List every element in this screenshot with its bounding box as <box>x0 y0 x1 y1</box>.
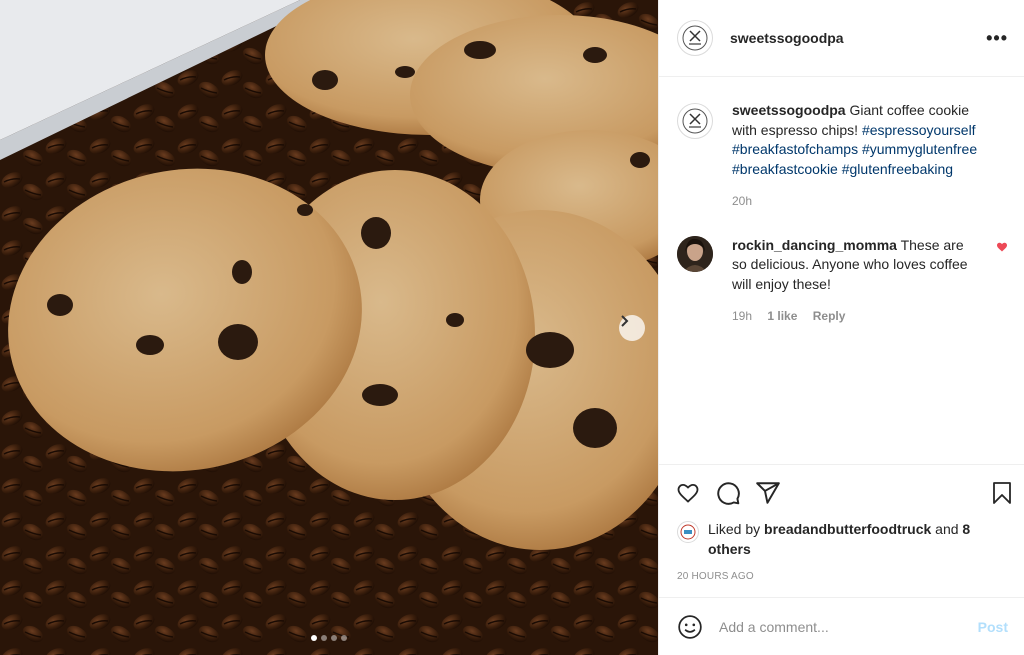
comment-item: rockin_dancing_momma These are so delici… <box>677 235 1008 327</box>
avatar[interactable] <box>677 20 713 56</box>
bakery-logo-icon <box>682 25 708 51</box>
bookmark-icon <box>993 481 1011 504</box>
like-button[interactable] <box>675 481 701 505</box>
comment-icon <box>717 481 740 505</box>
instagram-post: sweetssogoodpa ••• sweetssogoodpa Giant … <box>0 0 1024 655</box>
comment-age[interactable]: 19h <box>732 309 752 323</box>
post-header: sweetssogoodpa ••• <box>659 0 1024 77</box>
carousel-indicator <box>0 635 658 641</box>
comment-username[interactable]: rockin_dancing_momma <box>732 237 897 253</box>
liked-by-text: Liked by breadandbutterfoodtruck and 8 o… <box>708 520 1008 559</box>
hashtag-link[interactable]: #breakfastofchamps <box>732 141 858 157</box>
food-truck-logo-icon <box>680 524 696 540</box>
caption-age[interactable]: 20h <box>732 194 752 208</box>
post-media[interactable] <box>0 0 658 655</box>
add-comment-bar: Post <box>659 597 1024 655</box>
liked-by-prefix: Liked by <box>708 521 761 537</box>
carousel-next-button[interactable] <box>619 315 645 341</box>
cookie-photo <box>0 0 658 655</box>
emoji-icon <box>678 614 702 639</box>
comments-section: sweetssogoodpa Giant coffee cookie with … <box>659 77 1024 464</box>
hashtag-link[interactable]: #yummyglutenfree <box>862 141 977 157</box>
paper-plane-icon <box>756 481 780 504</box>
comment-meta: 19h 1 like Reply <box>732 307 972 327</box>
carousel-dot <box>321 635 327 641</box>
reply-button[interactable]: Reply <box>813 309 846 323</box>
carousel-dot <box>331 635 337 641</box>
hashtag-link[interactable]: #espressoyourself <box>862 122 976 138</box>
caption-username[interactable]: sweetssogoodpa <box>732 102 846 118</box>
liker-avatar[interactable] <box>677 521 699 543</box>
caption-body: sweetssogoodpa Giant coffee cookie with … <box>732 101 992 212</box>
caption-meta: 20h <box>732 192 992 212</box>
hashtag-link[interactable]: #breakfastcookie <box>732 161 838 177</box>
share-button[interactable] <box>755 480 781 506</box>
save-button[interactable] <box>990 480 1014 506</box>
header-username[interactable]: sweetssogoodpa <box>730 30 844 46</box>
liked-by-row: Liked by breadandbutterfoodtruck and 8 o… <box>659 520 1024 559</box>
caption: sweetssogoodpa Giant coffee cookie with … <box>677 101 1008 212</box>
action-bar <box>659 464 1024 520</box>
carousel-dot <box>341 635 347 641</box>
liked-by-user[interactable]: breadandbutterfoodtruck <box>764 521 931 537</box>
emoji-button[interactable] <box>677 614 703 640</box>
post-timestamp[interactable]: 20 HOURS AGO <box>659 559 1024 597</box>
chevron-right-icon <box>621 315 629 327</box>
post-comment-button[interactable]: Post <box>978 619 1008 635</box>
post-side-panel: sweetssogoodpa ••• sweetssogoodpa Giant … <box>658 0 1024 655</box>
more-horizontal-icon[interactable]: ••• <box>986 28 1008 49</box>
heart-outline-icon <box>677 483 699 503</box>
comment-likes[interactable]: 1 like <box>767 309 797 323</box>
heart-filled-icon <box>997 242 1007 251</box>
user-photo-icon <box>677 235 713 272</box>
avatar[interactable] <box>677 235 713 272</box>
avatar[interactable] <box>677 103 713 139</box>
liked-by-and: and <box>935 521 959 537</box>
carousel-dot <box>311 635 317 641</box>
comment-heart-filled-icon[interactable] <box>996 240 1008 327</box>
comment-button[interactable] <box>715 480 741 506</box>
hashtag-link[interactable]: #glutenfreebaking <box>842 161 953 177</box>
comment-input[interactable] <box>719 618 978 635</box>
comment-body: rockin_dancing_momma These are so delici… <box>732 236 972 327</box>
bakery-logo-icon <box>682 108 708 134</box>
